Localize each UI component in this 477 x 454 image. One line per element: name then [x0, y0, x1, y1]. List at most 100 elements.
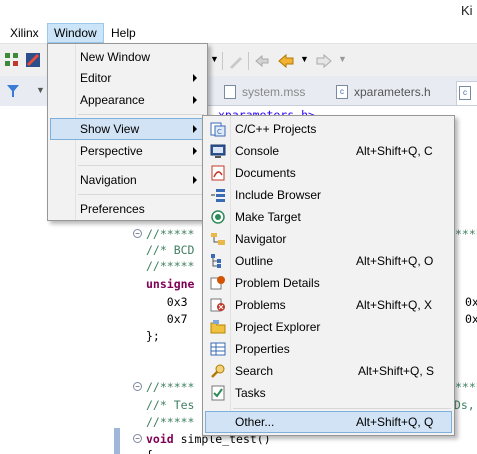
menu-separator [78, 114, 204, 115]
menu-item-make-target[interactable]: Make Target [205, 206, 452, 228]
svg-text:C: C [217, 128, 222, 136]
code-line: //***** [146, 227, 195, 241]
problem-details-icon [210, 276, 225, 290]
title-bar: Ki [0, 0, 477, 22]
menu-item-label: Navigation [80, 173, 137, 187]
menu-window[interactable]: Window [47, 23, 104, 43]
menu-item-problem-details[interactable]: Problem Details [205, 272, 452, 294]
menu-item-shortcut: Alt+Shift+Q, C [356, 144, 433, 158]
c-projects-icon: C [210, 122, 226, 137]
code-line-tail: **** [455, 227, 477, 241]
properties-icon [210, 342, 226, 356]
menu-item-label: Appearance [80, 93, 145, 107]
tab-active-source[interactable]: c s [456, 81, 477, 105]
hierarchy-icon[interactable] [4, 52, 20, 68]
menu-item-label: C/C++ Projects [235, 122, 317, 136]
menu-item-label: Documents [235, 166, 296, 180]
code-line: { [146, 448, 153, 454]
fold-toggle-icon[interactable]: − [133, 382, 142, 391]
menu-item-search[interactable]: Search Alt+Shift+Q, S [205, 360, 452, 382]
menu-item-label: New Window [80, 50, 151, 64]
menu-item-label: Preferences [80, 202, 145, 216]
menu-item-preferences[interactable]: Preferences [50, 198, 205, 220]
menu-item-label: Properties [235, 342, 290, 356]
chevron-down-icon[interactable]: ▼ [300, 54, 309, 64]
chevron-down-icon[interactable]: ▼ [210, 54, 219, 64]
code-line: //***** [146, 259, 195, 273]
console-icon [210, 144, 226, 158]
menu-item-include-browser[interactable]: Include Browser [205, 184, 452, 206]
navigator-icon [211, 233, 225, 245]
document-icon [224, 85, 236, 99]
menu-item-documents[interactable]: Documents [205, 162, 452, 184]
c-file-icon: c [459, 86, 471, 100]
chevron-down-icon[interactable]: ▼ [36, 85, 45, 95]
fold-toggle-icon[interactable]: − [133, 229, 142, 238]
project-explorer-icon [210, 320, 226, 334]
change-marker [114, 428, 120, 454]
tab-system-mss[interactable]: system.mss [222, 81, 305, 105]
search-icon [211, 364, 225, 378]
code-line: unsigne [146, 277, 195, 291]
menu-item-label: Problem Details [235, 276, 320, 290]
c-file-icon: c [336, 85, 348, 99]
code-line-tail: **** [455, 380, 477, 394]
last-edit-icon[interactable] [254, 53, 270, 69]
outline-icon [211, 254, 221, 268]
submenu-arrow-icon [193, 147, 197, 155]
menu-item-other[interactable]: Other... Alt+Shift+Q, Q [205, 411, 452, 433]
menu-xilinx[interactable]: Xilinx [4, 23, 45, 43]
code-line-tail: 0x [465, 295, 477, 309]
chevron-down-icon[interactable]: ▼ [338, 54, 347, 64]
menu-item-shortcut: Alt+Shift+Q, Q [356, 415, 434, 429]
menu-item-shortcut: Alt+Shift+Q, S [358, 364, 435, 378]
program-fpga-icon[interactable] [25, 52, 41, 68]
fold-toggle-icon[interactable]: − [133, 434, 142, 443]
include-browser-icon [211, 189, 225, 202]
menu-item-label: Make Target [235, 210, 301, 224]
menu-item-c-cpp-projects[interactable]: C C/C++ Projects [205, 118, 452, 140]
code-line: //* BCD [146, 243, 195, 257]
window-title: Ki [461, 3, 473, 18]
menu-item-editor[interactable]: Editor [50, 67, 205, 89]
void-keyword: void [146, 432, 174, 446]
pencil-icon[interactable] [228, 53, 244, 69]
show-view-submenu: C C/C++ Projects Console Alt+Shift+Q, C … [202, 115, 455, 436]
tab-xparameters-h[interactable]: c xparameters.h [334, 81, 431, 105]
menu-item-navigator[interactable]: Navigator [205, 228, 452, 250]
pdf-documents-icon [211, 165, 225, 181]
menu-item-show-view[interactable]: Show View [50, 118, 205, 140]
submenu-arrow-icon [193, 96, 197, 104]
back-arrow-icon[interactable] [278, 53, 294, 69]
code-line: }; [146, 329, 160, 343]
menu-item-navigation[interactable]: Navigation [50, 169, 205, 191]
filter-icon[interactable] [6, 84, 20, 98]
menu-item-properties[interactable]: Properties [205, 338, 452, 360]
menu-separator [78, 165, 204, 166]
submenu-arrow-icon [193, 125, 197, 133]
menu-item-label: Project Explorer [235, 320, 321, 334]
menu-item-tasks[interactable]: Tasks [205, 382, 452, 404]
problems-icon [210, 298, 225, 312]
make-target-icon [211, 210, 225, 224]
menu-item-perspective[interactable]: Perspective [50, 140, 205, 162]
menu-item-outline[interactable]: Outline Alt+Shift+Q, O [205, 250, 452, 272]
menu-separator [78, 194, 204, 195]
menu-item-new-window[interactable]: New Window [50, 46, 205, 68]
menu-item-project-explorer[interactable]: Project Explorer [205, 316, 452, 338]
forward-arrow-icon[interactable] [316, 53, 332, 69]
menu-item-shortcut: Alt+Shift+Q, X [356, 298, 433, 312]
submenu-arrow-icon [193, 74, 197, 82]
menu-item-label: Navigator [235, 232, 287, 246]
menu-item-label: Include Browser [235, 188, 322, 202]
menu-item-console[interactable]: Console Alt+Shift+Q, C [205, 140, 452, 162]
tab-label: xparameters.h [354, 85, 431, 99]
menu-item-appearance[interactable]: Appearance [50, 89, 205, 111]
menu-item-label: Console [235, 144, 280, 158]
menu-item-problems[interactable]: Problems Alt+Shift+Q, X [205, 294, 452, 316]
menu-item-label: Perspective [80, 144, 143, 158]
menu-item-label: Other... [235, 415, 275, 429]
menu-help[interactable]: Help [105, 23, 142, 43]
menu-item-label: Show View [80, 122, 140, 136]
menu-separator [233, 408, 451, 409]
